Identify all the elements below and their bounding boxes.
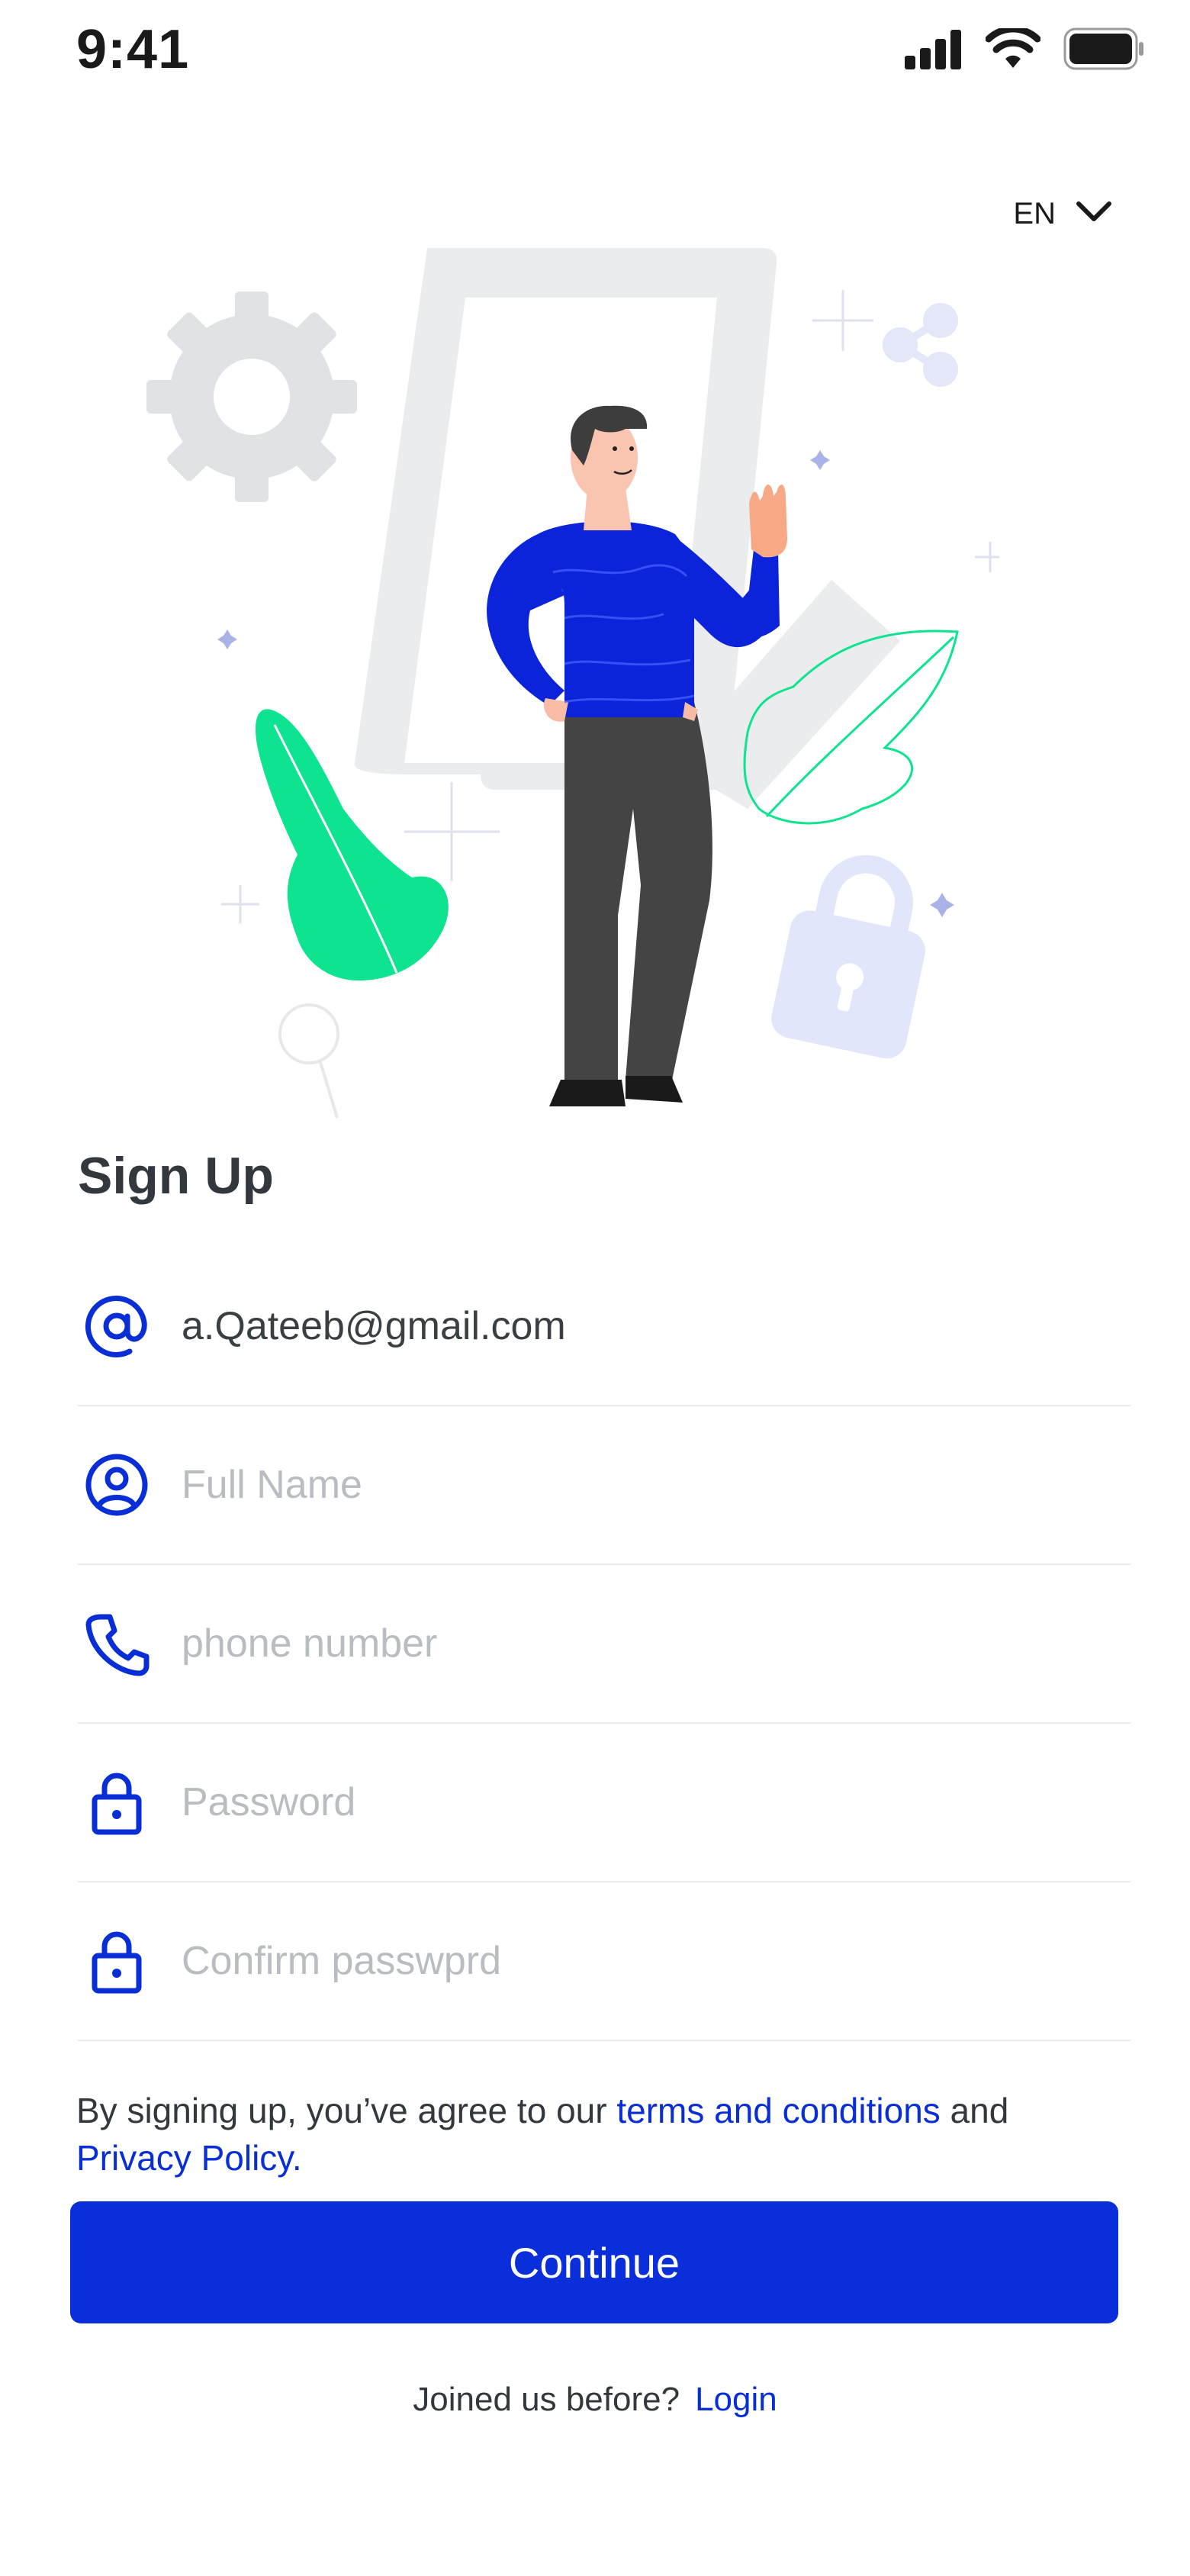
battery-icon: [1063, 27, 1144, 74]
privacy-policy-link[interactable]: Privacy Policy.: [76, 2138, 302, 2178]
login-link[interactable]: Login: [695, 2381, 777, 2418]
wifi-icon: [985, 25, 1041, 73]
full-name-input[interactable]: [180, 1446, 1130, 1524]
email-input[interactable]: [180, 1287, 1130, 1365]
login-prompt: Joined us before? Login: [0, 2381, 1190, 2419]
phone-icon: [84, 1611, 150, 1676]
lock-icon: [84, 1928, 150, 1994]
terms-link[interactable]: terms and conditions: [616, 2091, 940, 2130]
phone-input[interactable]: [180, 1605, 1130, 1682]
language-selector[interactable]: EN: [1013, 197, 1112, 231]
password-field-row: [78, 1724, 1130, 1882]
signup-illustration: [137, 229, 1005, 1122]
gear-icon: [146, 291, 357, 502]
user-circle-icon: [84, 1452, 150, 1518]
terms-text: By signing up, you’ve agree to our terms…: [76, 2087, 1129, 2182]
status-time: 9:41: [76, 19, 190, 80]
language-value: EN: [1013, 197, 1056, 230]
chevron-down-icon: [1076, 197, 1112, 231]
continue-button[interactable]: Continue: [70, 2201, 1118, 2323]
terms-prefix: By signing up, you’ve agree to our: [76, 2091, 617, 2130]
terms-middle: and: [940, 2091, 1009, 2130]
status-icons: [905, 25, 1144, 74]
lock-icon: [84, 1769, 150, 1835]
lock-shape: [771, 855, 925, 1059]
page-title: Sign Up: [78, 1147, 274, 1205]
confirm-password-input[interactable]: [180, 1922, 1130, 2000]
at-sign-icon: [84, 1293, 150, 1359]
email-field-row: [78, 1248, 1130, 1406]
share-icon: [883, 303, 958, 387]
confirm-password-field-row: [78, 1882, 1130, 2041]
cellular-signal-icon: [905, 28, 963, 73]
password-input[interactable]: [180, 1763, 1130, 1841]
phone-field-row: [78, 1565, 1130, 1724]
full-name-field-row: [78, 1406, 1130, 1565]
login-prompt-text: Joined us before?: [413, 2381, 680, 2418]
